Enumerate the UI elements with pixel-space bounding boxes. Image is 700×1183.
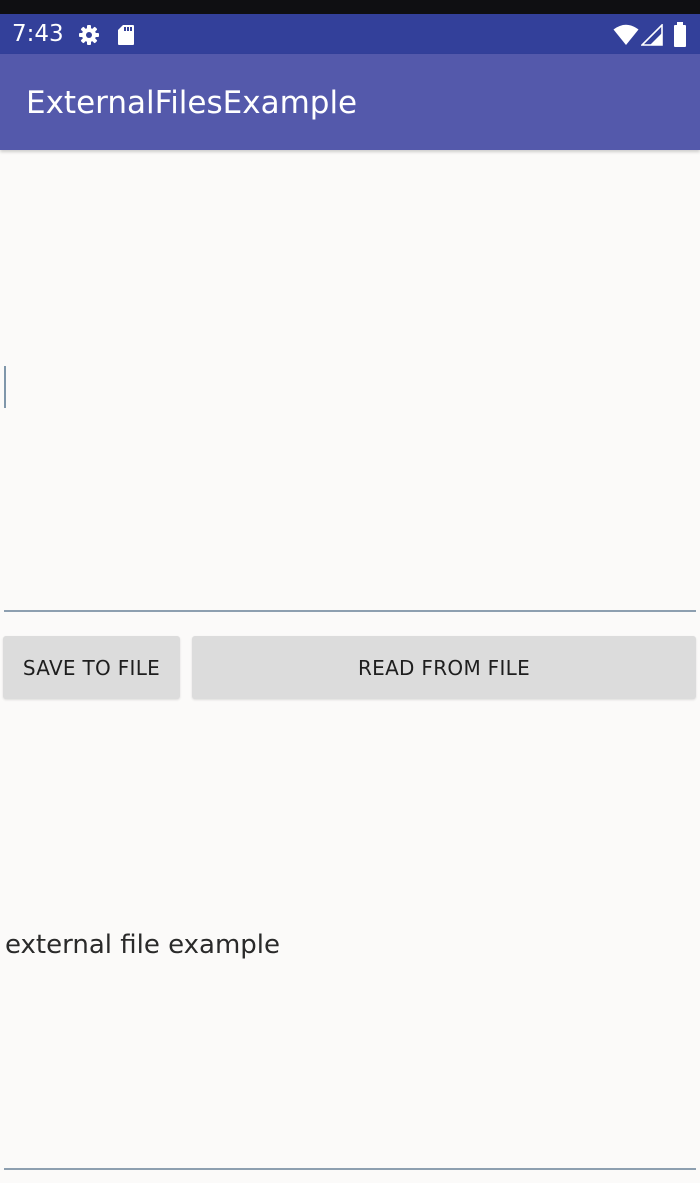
wifi-icon <box>613 24 639 45</box>
bottom-divider <box>4 1168 696 1170</box>
output-text: external file example <box>5 930 281 960</box>
status-bar: 7:43 <box>0 14 700 54</box>
input-underline <box>4 610 696 612</box>
signal-icon <box>641 24 663 46</box>
read-from-file-button[interactable]: READ FROM FILE <box>192 636 696 699</box>
battery-icon <box>674 22 686 47</box>
screen-top-edge <box>0 0 700 14</box>
app-screen: 7:43 ExternalFilesExample SAVE TO FILE R… <box>0 0 700 1183</box>
gear-icon <box>79 25 99 45</box>
text-input-field[interactable] <box>0 150 700 615</box>
save-to-file-button[interactable]: SAVE TO FILE <box>3 636 180 699</box>
sd-card-icon <box>118 25 134 45</box>
status-time: 7:43 <box>12 21 64 47</box>
app-bar: ExternalFilesExample <box>0 54 700 150</box>
text-cursor <box>4 366 6 408</box>
app-title: ExternalFilesExample <box>26 85 358 121</box>
